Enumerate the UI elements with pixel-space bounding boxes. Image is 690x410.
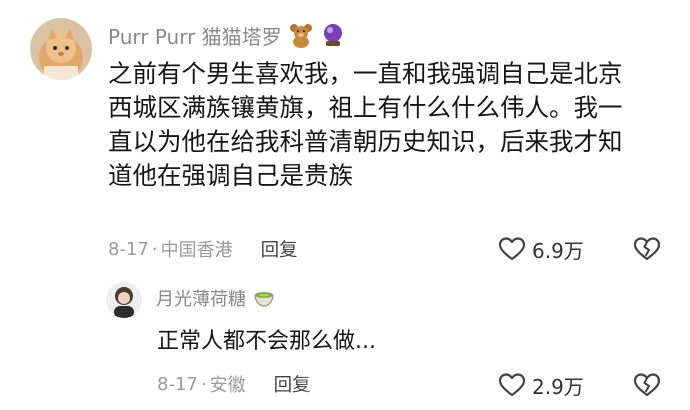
broken-heart-icon [633,236,661,266]
like-count: 6.9万 [532,238,584,263]
like-button[interactable]: 6.9万 [498,234,584,264]
comment-text-line: 之前有个男生喜欢我，一直和我强调自己是北京 [108,59,623,88]
bottom-fade-overlay [300,368,410,400]
heart-icon [498,236,526,262]
reply-text: 正常人都不会那么做... [157,329,376,354]
comment-meta: 8-17 · 中国香港 回复 [108,236,298,262]
reply-dislike-button[interactable] [633,372,661,398]
reply-header: 月光薄荷糖 [156,285,276,311]
reply-like-button[interactable]: 2.9万 [498,370,584,400]
reply-username[interactable]: 月光薄荷糖 [156,285,246,311]
reply-like-count: 2.9万 [532,374,584,399]
reply-date: 8-17 [157,373,198,395]
comment-text-line: 西城区满族镶黄旗，祖上有什么什么伟人。我一 [108,93,623,122]
broken-heart-icon [633,372,661,402]
comment-header: Purr Purr 猫猫塔罗 [108,21,346,49]
comment-text: 之前有个男生喜欢我，一直和我强调自己是北京 西城区满族镶黄旗，祖上有什么什么伟人… [108,57,623,193]
heart-icon [498,372,526,398]
comment-location: 中国香港 [160,240,233,261]
reply-meta: 8-17 · 安徽 回复 [157,371,311,397]
reply-location: 安徽 [209,375,246,396]
crystal-ball-icon [320,22,346,48]
meta-separator: · [200,373,207,395]
comment-username[interactable]: Purr Purr 猫猫塔罗 [108,21,282,50]
avatar[interactable] [30,18,92,80]
reply-avatar[interactable] [106,282,142,318]
teddy-bear-icon [288,22,314,48]
comment-date: 8-17 [108,238,149,260]
comment-text-line: 道他在强调自己是贵族 [108,161,353,190]
comment-text-line: 直以为他在给我科普清朝历史知识，后来我才知 [108,127,623,156]
reply-button[interactable]: 回复 [261,236,298,262]
meta-separator: · [151,238,158,260]
matcha-tea-icon [252,286,276,310]
dislike-button[interactable] [633,236,661,262]
